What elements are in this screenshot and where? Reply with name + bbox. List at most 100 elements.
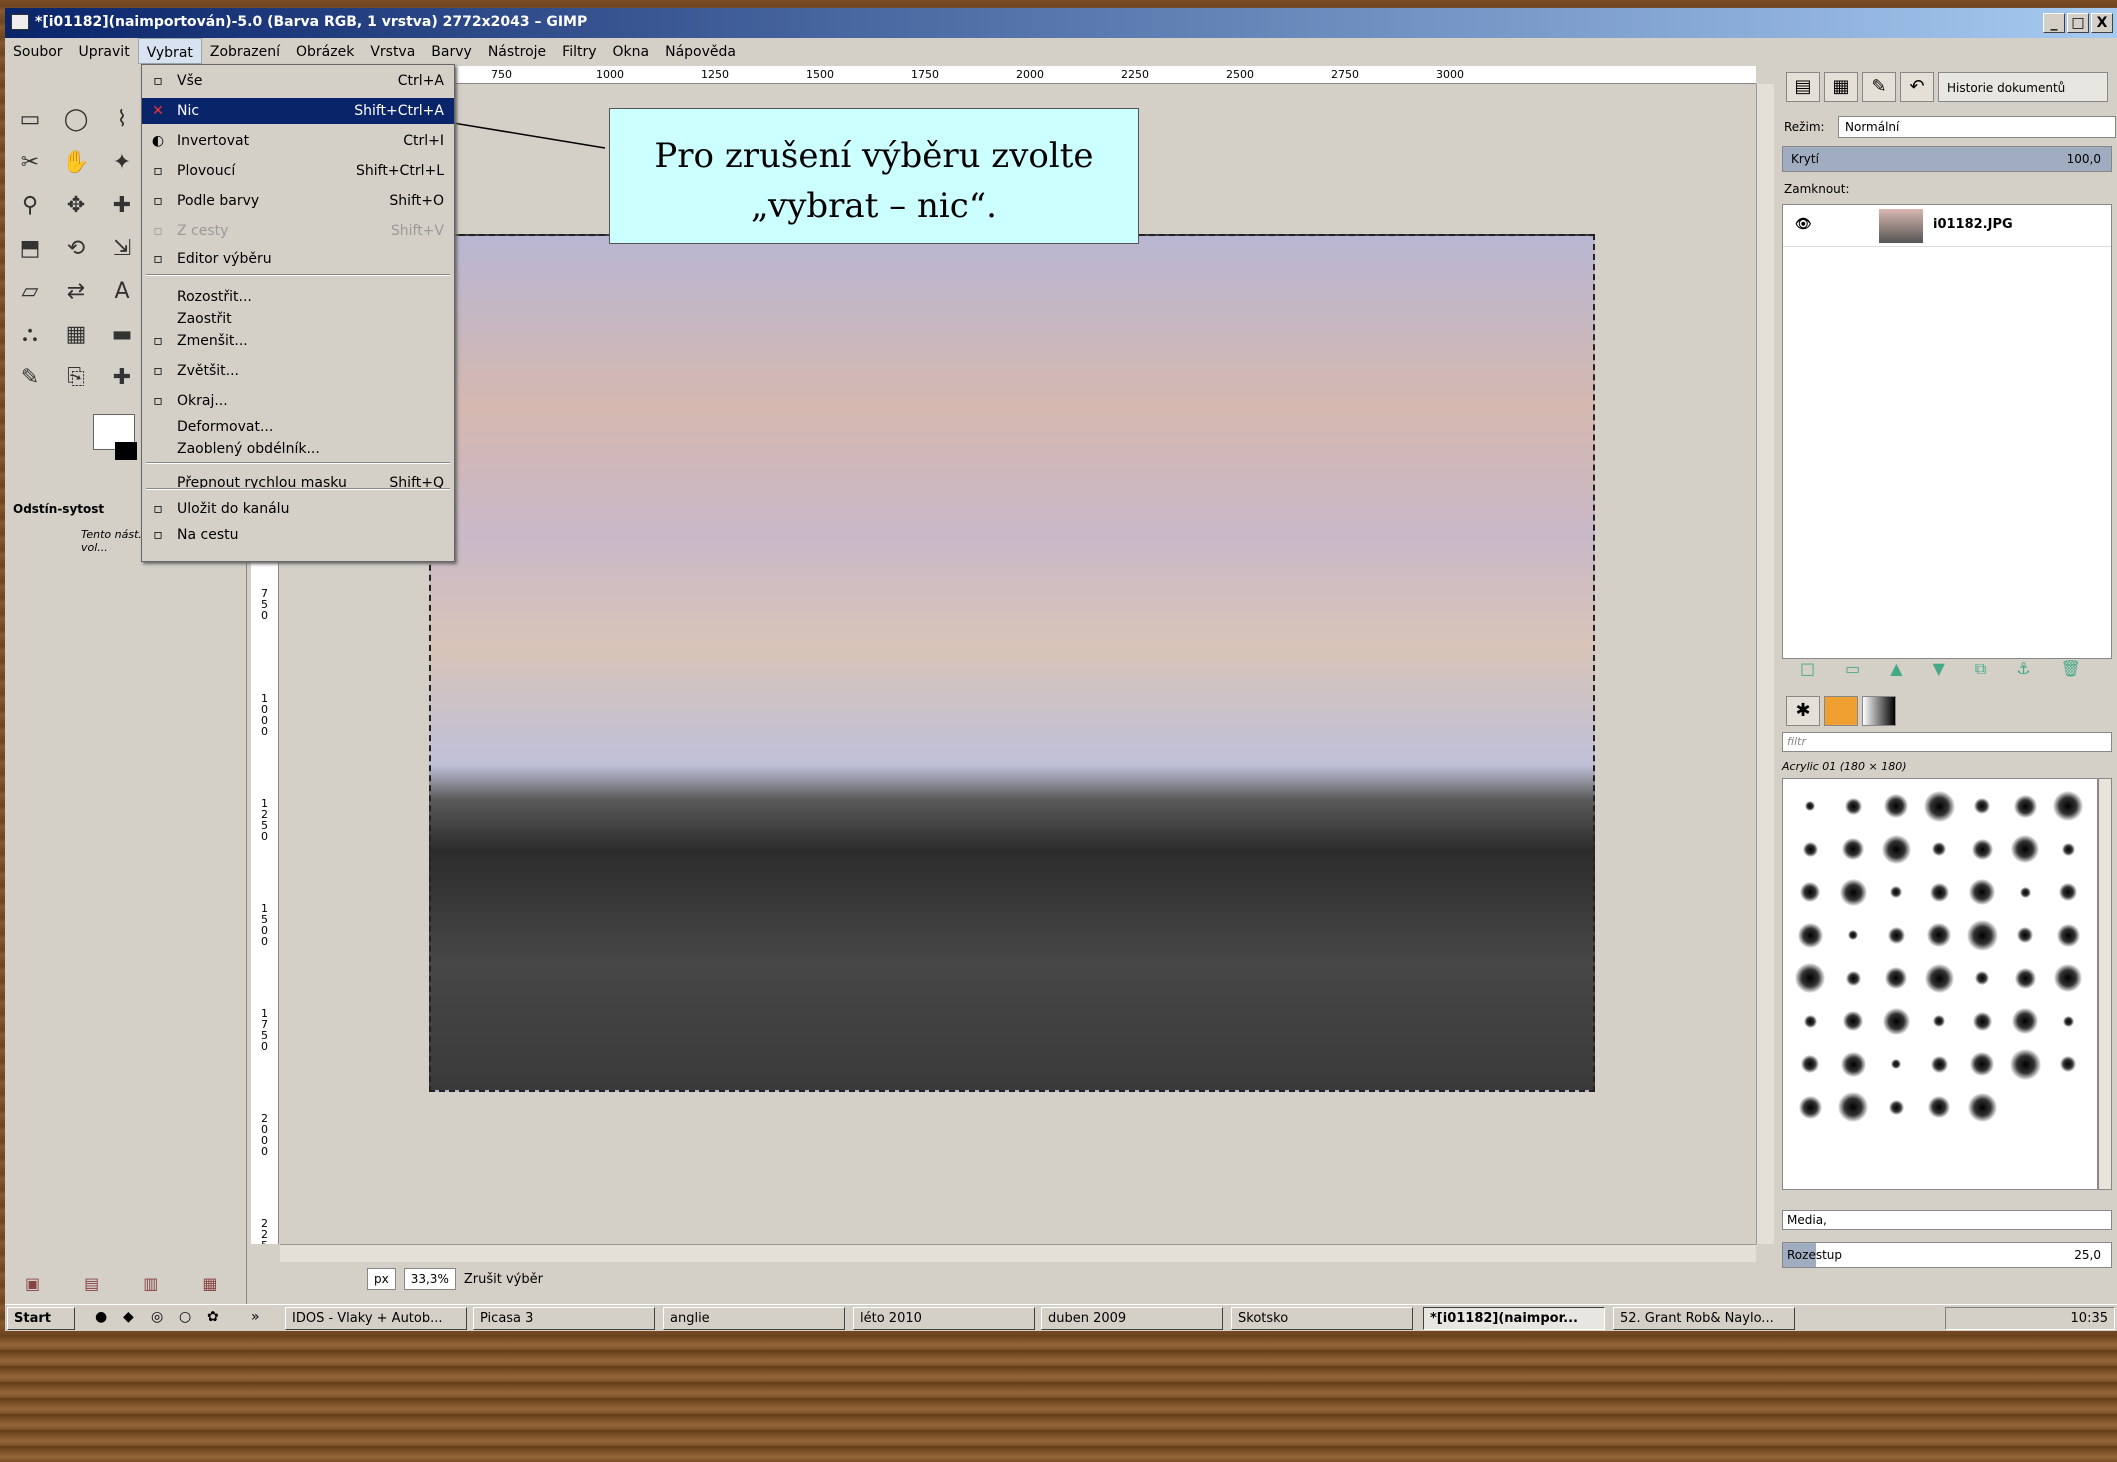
taskbar-task-i01182-naimpor[interactable]: *[i01182](naimpor... — [1423, 1307, 1605, 1330]
ellipse-select-tool-icon[interactable]: ◯ — [59, 102, 93, 136]
tray-clock[interactable]: 10:35 — [2071, 1311, 2108, 1326]
brush-swatch[interactable] — [2013, 794, 2037, 818]
brush-swatch[interactable] — [1974, 798, 1990, 814]
menu-upravit[interactable]: Upravit — [71, 38, 138, 64]
brush-swatch[interactable] — [2014, 967, 2036, 989]
menu-item-na-cestu[interactable]: ▫ Na cestu — [142, 522, 454, 548]
brush-swatch[interactable] — [1801, 1055, 1819, 1073]
taskbar-task-leto-2010[interactable]: léto 2010 — [853, 1307, 1035, 1330]
brushes-tab[interactable]: ✱ — [1786, 696, 1820, 726]
brush-swatch[interactable] — [1967, 1092, 1997, 1122]
brush-swatch[interactable] — [2059, 883, 2077, 901]
paths-tab[interactable]: ✎ — [1862, 72, 1896, 102]
brush-swatch[interactable] — [1842, 838, 1864, 860]
duplicate-layer-icon[interactable]: ⧉ — [1975, 659, 1986, 679]
brush-swatch[interactable] — [1930, 1055, 1948, 1073]
restore-options-icon[interactable]: ▤ — [84, 1274, 99, 1293]
brush-swatch[interactable] — [1885, 967, 1907, 989]
brush-swatch[interactable] — [1890, 886, 1902, 898]
menu-item-okraj[interactable]: ▫ Okraj... — [142, 388, 454, 414]
brush-swatch[interactable] — [1838, 1092, 1868, 1122]
menu-zobrazeni[interactable]: Zobrazení — [202, 38, 288, 64]
brush-swatch[interactable] — [1845, 970, 1861, 986]
brush-scrollbar[interactable] — [2098, 778, 2112, 1190]
anchor-layer-icon[interactable]: ⚓ — [2016, 659, 2030, 679]
brush-swatch[interactable] — [1929, 882, 1949, 902]
new-group-icon[interactable]: ▭ — [1845, 659, 1860, 679]
delete-options-icon[interactable]: ▥ — [143, 1274, 158, 1293]
unit-select[interactable]: px — [367, 1268, 396, 1290]
brush-swatch[interactable] — [1969, 879, 1995, 905]
quicklaunch-firefox-icon[interactable]: ● — [95, 1309, 107, 1325]
spacing-slider[interactable]: Rozestup 25,0 — [1782, 1242, 2112, 1268]
brush-swatch[interactable] — [1884, 794, 1908, 818]
brush-swatch[interactable] — [2054, 964, 2082, 992]
patterns-tab[interactable] — [1824, 696, 1858, 726]
taskbar-task-duben-2009[interactable]: duben 2009 — [1041, 1307, 1223, 1330]
menu-item-prepnout-rychlou-masku[interactable]: Přepnout rychlou masku Shift+Q — [142, 470, 454, 496]
minimize-button[interactable]: _ — [2043, 13, 2065, 33]
color-picker-tool-icon[interactable]: ✎ — [13, 360, 47, 394]
align-tool-icon[interactable]: ✚ — [105, 188, 139, 222]
brush-swatch[interactable] — [2011, 835, 2039, 863]
brush-category-select[interactable]: Media, — [1782, 1210, 2112, 1230]
menu-vybrat[interactable]: Vybrat — [137, 38, 202, 64]
rect-select-tool-icon[interactable]: ▭ — [13, 102, 47, 136]
rotate-tool-icon[interactable]: ⟲ — [59, 231, 93, 265]
menu-item-plovouci[interactable]: ▫ Plovoucí Shift+Ctrl+L — [142, 158, 454, 184]
zoom-select[interactable]: 33,3% — [403, 1268, 456, 1290]
layer-row[interactable]: 👁 i01182.JPG — [1783, 205, 2111, 247]
lower-layer-icon[interactable]: ▼ — [1933, 659, 1945, 679]
brush-swatch[interactable] — [1843, 1011, 1863, 1031]
brush-swatch[interactable] — [1798, 1095, 1822, 1119]
mode-select[interactable]: Normální — [1838, 116, 2116, 138]
menu-filtry[interactable]: Filtry — [554, 38, 604, 64]
brush-swatch[interactable] — [1972, 1011, 1992, 1031]
close-button[interactable]: X — [2091, 13, 2113, 33]
brush-swatch[interactable] — [1848, 930, 1858, 940]
brush-swatch[interactable] — [1882, 1007, 1910, 1035]
maximize-button[interactable]: □ — [2067, 13, 2089, 33]
taskbar-task-idos-vlaky-autob[interactable]: IDOS - Vlaky + Autob... — [285, 1307, 467, 1330]
menu-item-editor-vyberu[interactable]: ▫ Editor výběru — [142, 246, 454, 272]
brush-swatch[interactable] — [1881, 834, 1911, 864]
taskbar-task-52-grant-rob-naylo[interactable]: 52. Grant Rob& Naylo... — [1613, 1307, 1795, 1330]
brush-swatch[interactable] — [2061, 842, 2075, 856]
scissors-tool-icon[interactable]: ✦ — [105, 145, 139, 179]
free-select-tool-icon[interactable]: ⌇ — [105, 102, 139, 136]
scale-tool-icon[interactable]: ⇲ — [105, 231, 139, 265]
menu-napoveda[interactable]: Nápověda — [657, 38, 744, 64]
move-tool-icon[interactable]: ✥ — [59, 188, 93, 222]
brush-swatch[interactable] — [1839, 878, 1867, 906]
brush-swatch[interactable] — [2056, 923, 2080, 947]
channels-tab[interactable]: ▦ — [1824, 72, 1858, 102]
horizontal-scrollbar[interactable] — [280, 1244, 1756, 1262]
menu-barvy[interactable]: Barvy — [423, 38, 480, 64]
clone-tool-icon[interactable]: ⎘ — [59, 360, 93, 394]
flip-tool-icon[interactable]: ⇄ — [59, 274, 93, 308]
menu-item-ulozit-do-kanalu[interactable]: ▫ Uložit do kanálu — [142, 496, 454, 522]
quicklaunch-ie-icon[interactable]: ◎ — [151, 1309, 163, 1325]
brush-swatch[interactable] — [1927, 923, 1951, 947]
taskbar-task-picasa-3[interactable]: Picasa 3 — [473, 1307, 655, 1330]
paths-tool-icon[interactable]: ⚲ — [13, 188, 47, 222]
brush-swatch[interactable] — [1802, 841, 1818, 857]
brush-swatch[interactable] — [2053, 791, 2083, 821]
brush-swatch[interactable] — [1891, 1059, 1901, 1069]
brush-swatch[interactable] — [1803, 1014, 1817, 1028]
color-select-tool-icon[interactable]: ✋ — [59, 145, 93, 179]
reset-options-icon[interactable]: ▦ — [202, 1274, 217, 1293]
brush-swatch[interactable] — [1933, 1015, 1945, 1027]
brush-swatch[interactable] — [2009, 1048, 2041, 1080]
quicklaunch-opera-icon[interactable]: ○ — [179, 1309, 191, 1325]
blend-tool-icon[interactable]: ▦ — [59, 317, 93, 351]
menu-item-zaobleny-obdelnik[interactable]: Zaoblený obdélník... — [142, 436, 454, 462]
menu-item-invertovat[interactable]: ◐ Invertovat Ctrl+I — [142, 128, 454, 154]
save-options-icon[interactable]: ▣ — [25, 1274, 40, 1293]
menu-item-zvetsit[interactable]: ▫ Zvětšit... — [142, 358, 454, 384]
menu-item-zmensit[interactable]: ▫ Zmenšit... — [142, 328, 454, 354]
brush-swatch[interactable] — [1887, 926, 1905, 944]
menu-nastroje[interactable]: Nástroje — [480, 38, 554, 64]
menu-vrstva[interactable]: Vrstva — [362, 38, 423, 64]
crop-tool-icon[interactable]: ⬒ — [13, 231, 47, 265]
